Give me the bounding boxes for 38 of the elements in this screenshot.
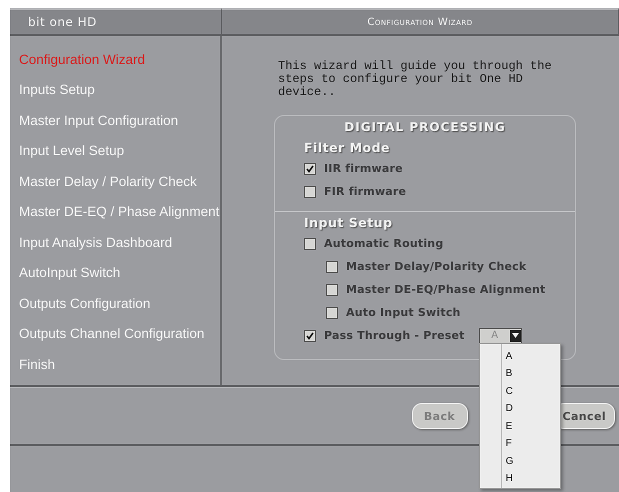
dropdown-option[interactable]: F [480, 435, 560, 452]
dropdown-option[interactable]: C [480, 382, 560, 400]
option-label: Master Delay/Polarity Check [346, 260, 526, 273]
sidebar-item[interactable]: Input Analysis Dashboard [10, 227, 220, 258]
option-label: Master DE-EQ/Phase Alignment [346, 283, 546, 296]
intro-text: This wizard will guide you through the steps to configure your bit One HD device.. [278, 60, 553, 99]
sidebar-item[interactable]: Outputs Channel Configuration [10, 318, 220, 349]
window-title: Configuration Wizard [367, 16, 473, 28]
option-label: FIR firmware [324, 185, 406, 198]
panel-title: DIGITAL PROCESSING [343, 120, 507, 134]
dropdown-option[interactable]: B [480, 365, 560, 382]
checkbox[interactable] [326, 306, 338, 318]
checkbox[interactable] [304, 330, 316, 342]
dropdown-option[interactable]: G [480, 452, 560, 470]
option-label: Auto Input Switch [346, 306, 461, 319]
option-label: Pass Through - Preset [324, 329, 465, 342]
section-title: Filter Mode [304, 140, 392, 155]
sidebar-item[interactable]: Input Level Setup [10, 136, 220, 166]
section-title: Input Setup [304, 215, 394, 230]
checkbox[interactable] [326, 260, 338, 272]
sidebar-item[interactable]: Master Input Configuration [10, 105, 220, 136]
sidebar-item[interactable]: AutoInput Switch [10, 258, 220, 288]
sidebar-item[interactable]: Configuration Wizard [10, 44, 220, 74]
checkbox[interactable] [304, 162, 316, 174]
dropdown-option[interactable]: H [480, 470, 560, 488]
checkbox[interactable] [304, 186, 316, 198]
dropdown-option[interactable]: A [480, 348, 560, 365]
sidebar-item[interactable]: Finish [10, 349, 220, 380]
app-title: bit one HD [28, 15, 97, 29]
dropdown-arrow-icon [512, 333, 519, 338]
checkbox[interactable] [326, 284, 338, 296]
sidebar-item[interactable]: Inputs Setup [10, 74, 220, 105]
option-label: Automatic Routing [324, 237, 444, 250]
sidebar-item[interactable]: Master Delay / Polarity Check [10, 166, 220, 196]
sidebar-item[interactable]: Master DE-EQ / Phase Alignment [10, 196, 220, 227]
option-label: IIR firmware [324, 162, 403, 175]
sidebar-item[interactable]: Outputs Configuration [10, 288, 220, 318]
checkbox[interactable] [304, 238, 316, 250]
